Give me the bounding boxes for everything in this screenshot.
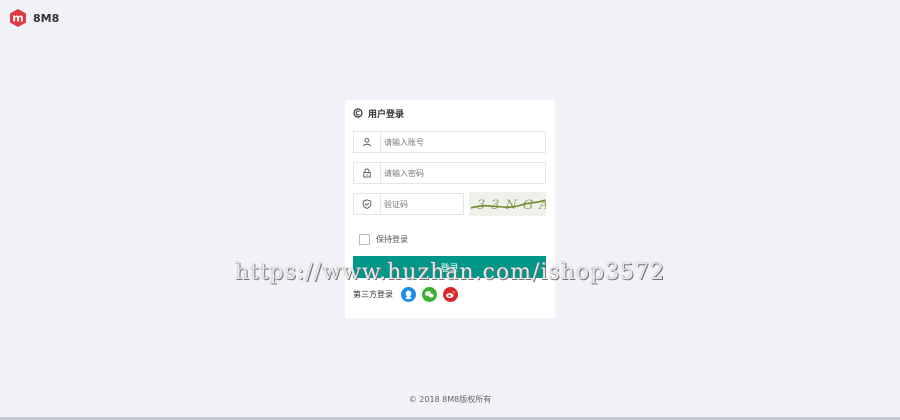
username-input[interactable] bbox=[384, 134, 534, 150]
qq-login-button[interactable] bbox=[401, 287, 416, 302]
shield-check-icon bbox=[362, 199, 372, 209]
password-icon-box bbox=[354, 163, 381, 183]
third-party-label: 第三方登录 bbox=[353, 290, 393, 299]
captcha-image[interactable]: 33NGA bbox=[469, 192, 546, 216]
login-card: 用户登录 请输入账号 验证码 33NG 保持登录 登录 第三方登录 bbox=[345, 100, 555, 318]
captcha-input[interactable] bbox=[384, 196, 459, 212]
password-input[interactable] bbox=[384, 165, 534, 181]
remember-login[interactable]: 保持登录 bbox=[359, 234, 408, 245]
weibo-login-button[interactable] bbox=[443, 287, 458, 302]
copyright-footer: © 2018 8M8版权所有 bbox=[408, 395, 492, 404]
brand-name: 8M8 bbox=[33, 11, 60, 25]
wechat-login-button[interactable] bbox=[422, 287, 437, 302]
user-icon bbox=[363, 137, 371, 147]
logo-icon: m bbox=[10, 9, 26, 27]
brand-logo[interactable]: m 8M8 bbox=[8, 8, 59, 28]
login-title: 用户登录 bbox=[368, 109, 405, 120]
username-icon-box bbox=[354, 132, 381, 152]
circle-c-icon bbox=[353, 108, 363, 118]
third-party-login: 第三方登录 bbox=[353, 287, 458, 302]
captcha-icon-box bbox=[354, 194, 381, 214]
logo-letter: m bbox=[12, 12, 23, 25]
login-button[interactable]: 登录 bbox=[353, 256, 546, 278]
captcha-field[interactable] bbox=[353, 193, 464, 215]
username-field[interactable] bbox=[353, 131, 546, 153]
remember-checkbox[interactable] bbox=[359, 234, 370, 245]
qq-icon bbox=[405, 290, 412, 300]
wechat-icon bbox=[425, 291, 435, 298]
weibo-icon bbox=[446, 290, 456, 299]
login-card-header: 用户登录 bbox=[353, 106, 404, 120]
lock-icon bbox=[363, 168, 371, 178]
password-field[interactable] bbox=[353, 162, 546, 184]
login-page: m 8M8 用户登录 请输入账号 验证码 33NG 保持登录 登录 第三方登录 … bbox=[0, 0, 900, 420]
remember-label: 保持登录 bbox=[376, 235, 408, 244]
captcha-graphic: 33NGA bbox=[470, 198, 546, 213]
